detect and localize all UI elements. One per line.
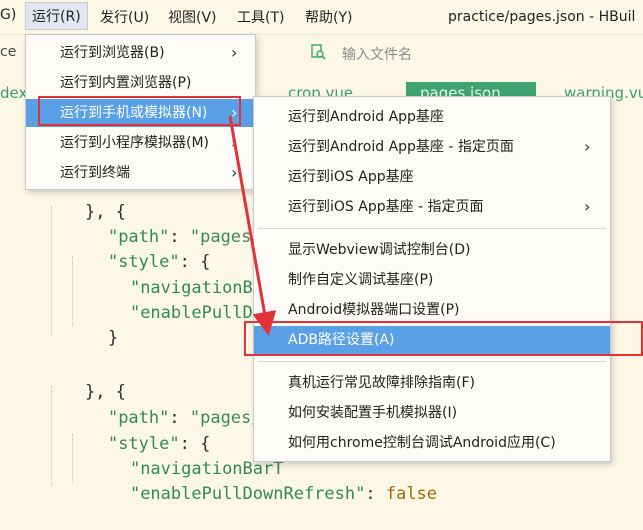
menu-bar: G) 运行(R) 发行(U) 视图(V) 工具(T) 帮助(Y) practic… [0,0,643,35]
run-menu-item-label: 运行到浏览器(B) [60,45,165,61]
run-menu: 运行到浏览器(B) › 运行到内置浏览器(P) 运行到手机或模拟器(N) › 运… [25,34,256,190]
submenu-item-custom-base[interactable]: 制作自定义调试基座(P) [254,266,610,294]
submenu-item-label: 制作自定义调试基座(P) [288,272,434,288]
code-line: "style": { [107,434,211,454]
toolbar-left-fragment: ce [0,44,17,60]
chevron-right-icon: › [231,43,238,62]
menu-goto[interactable]: G) [0,7,16,23]
menu-publish[interactable]: 发行(U) [100,7,149,27]
submenu-item-chrome-debug[interactable]: 如何用chrome控制台调试Android应用(C) [254,429,610,457]
menu-tools[interactable]: 工具(T) [237,7,284,27]
run-menu-item-label: 运行到小程序模拟器(M) [60,135,210,151]
device-submenu: 运行到Android App基座 运行到Android App基座 - 指定页面… [253,96,611,462]
search-file-icon [310,44,326,60]
window-title: practice/pages.json - HBuil [448,9,636,25]
code-line: "path": "pages/ho [107,227,282,247]
submenu-item-troubleshoot[interactable]: 真机运行常见故障排除指南(F) [254,369,610,397]
submenu-item-label: ADB路径设置(A) [288,332,395,348]
submenu-item-ios-base[interactable]: 运行到iOS App基座 [254,163,610,191]
submenu-item-emulator-port[interactable]: Android模拟器端口设置(P) [254,296,610,324]
submenu-item-label: 运行到Android App基座 - 指定页面 [288,139,514,155]
submenu-item-label: 真机运行常见故障排除指南(F) [288,375,475,391]
submenu-item-label: 运行到iOS App基座 [288,169,414,185]
submenu-item-android-page[interactable]: 运行到Android App基座 - 指定页面 › [254,133,610,161]
run-menu-item-label: 运行到终端 [60,165,130,181]
run-menu-item-miniprogram[interactable]: 运行到小程序模拟器(M) › [26,129,255,157]
submenu-item-webview-console[interactable]: 显示Webview调试控制台(D) [254,236,610,264]
submenu-item-label: 如何用chrome控制台调试Android应用(C) [288,435,556,451]
submenu-item-label: 显示Webview调试控制台(D) [288,242,471,258]
run-menu-item-device[interactable]: 运行到手机或模拟器(N) › [26,99,255,127]
menu-help[interactable]: 帮助(Y) [305,7,352,27]
menu-separator [258,361,606,362]
submenu-item-android-base[interactable]: 运行到Android App基座 [254,103,610,131]
file-search-placeholder: 输入文件名 [342,47,412,63]
code-line: } [107,328,119,348]
code-line: "style": { [107,252,211,272]
chevron-right-icon: › [584,137,591,156]
code-line: }, { [84,382,126,402]
chevron-right-icon: › [584,197,591,216]
submenu-item-install-emulator[interactable]: 如何安装配置手机模拟器(I) [254,399,610,427]
submenu-item-label: Android模拟器端口设置(P) [288,302,460,318]
chevron-right-icon: › [231,163,238,182]
submenu-item-ios-page[interactable]: 运行到iOS App基座 - 指定页面 › [254,193,610,221]
chevron-right-icon: › [231,133,238,152]
run-menu-item-label: 运行到手机或模拟器(N) [60,105,208,121]
run-menu-item-browser[interactable]: 运行到浏览器(B) › [26,39,255,67]
menu-separator [258,228,606,229]
submenu-item-label: 如何安装配置手机模拟器(I) [288,405,458,421]
run-menu-item-terminal[interactable]: 运行到终端 › [26,159,255,187]
menu-run[interactable]: 运行(R) [25,2,88,30]
file-search-input[interactable]: 输入文件名 [310,41,630,65]
run-menu-item-builtin-browser[interactable]: 运行到内置浏览器(P) [26,69,255,97]
tab-index[interactable]: dex [0,82,27,106]
submenu-item-label: 运行到iOS App基座 - 指定页面 [288,199,484,215]
chevron-right-icon: › [231,103,238,122]
run-menu-item-label: 运行到内置浏览器(P) [60,75,192,91]
submenu-item-adb-path[interactable]: ADB路径设置(A) [254,326,610,354]
code-line: "path": "pages/wa [107,408,282,428]
submenu-item-label: 运行到Android App基座 [288,109,444,125]
menu-view[interactable]: 视图(V) [168,7,217,27]
